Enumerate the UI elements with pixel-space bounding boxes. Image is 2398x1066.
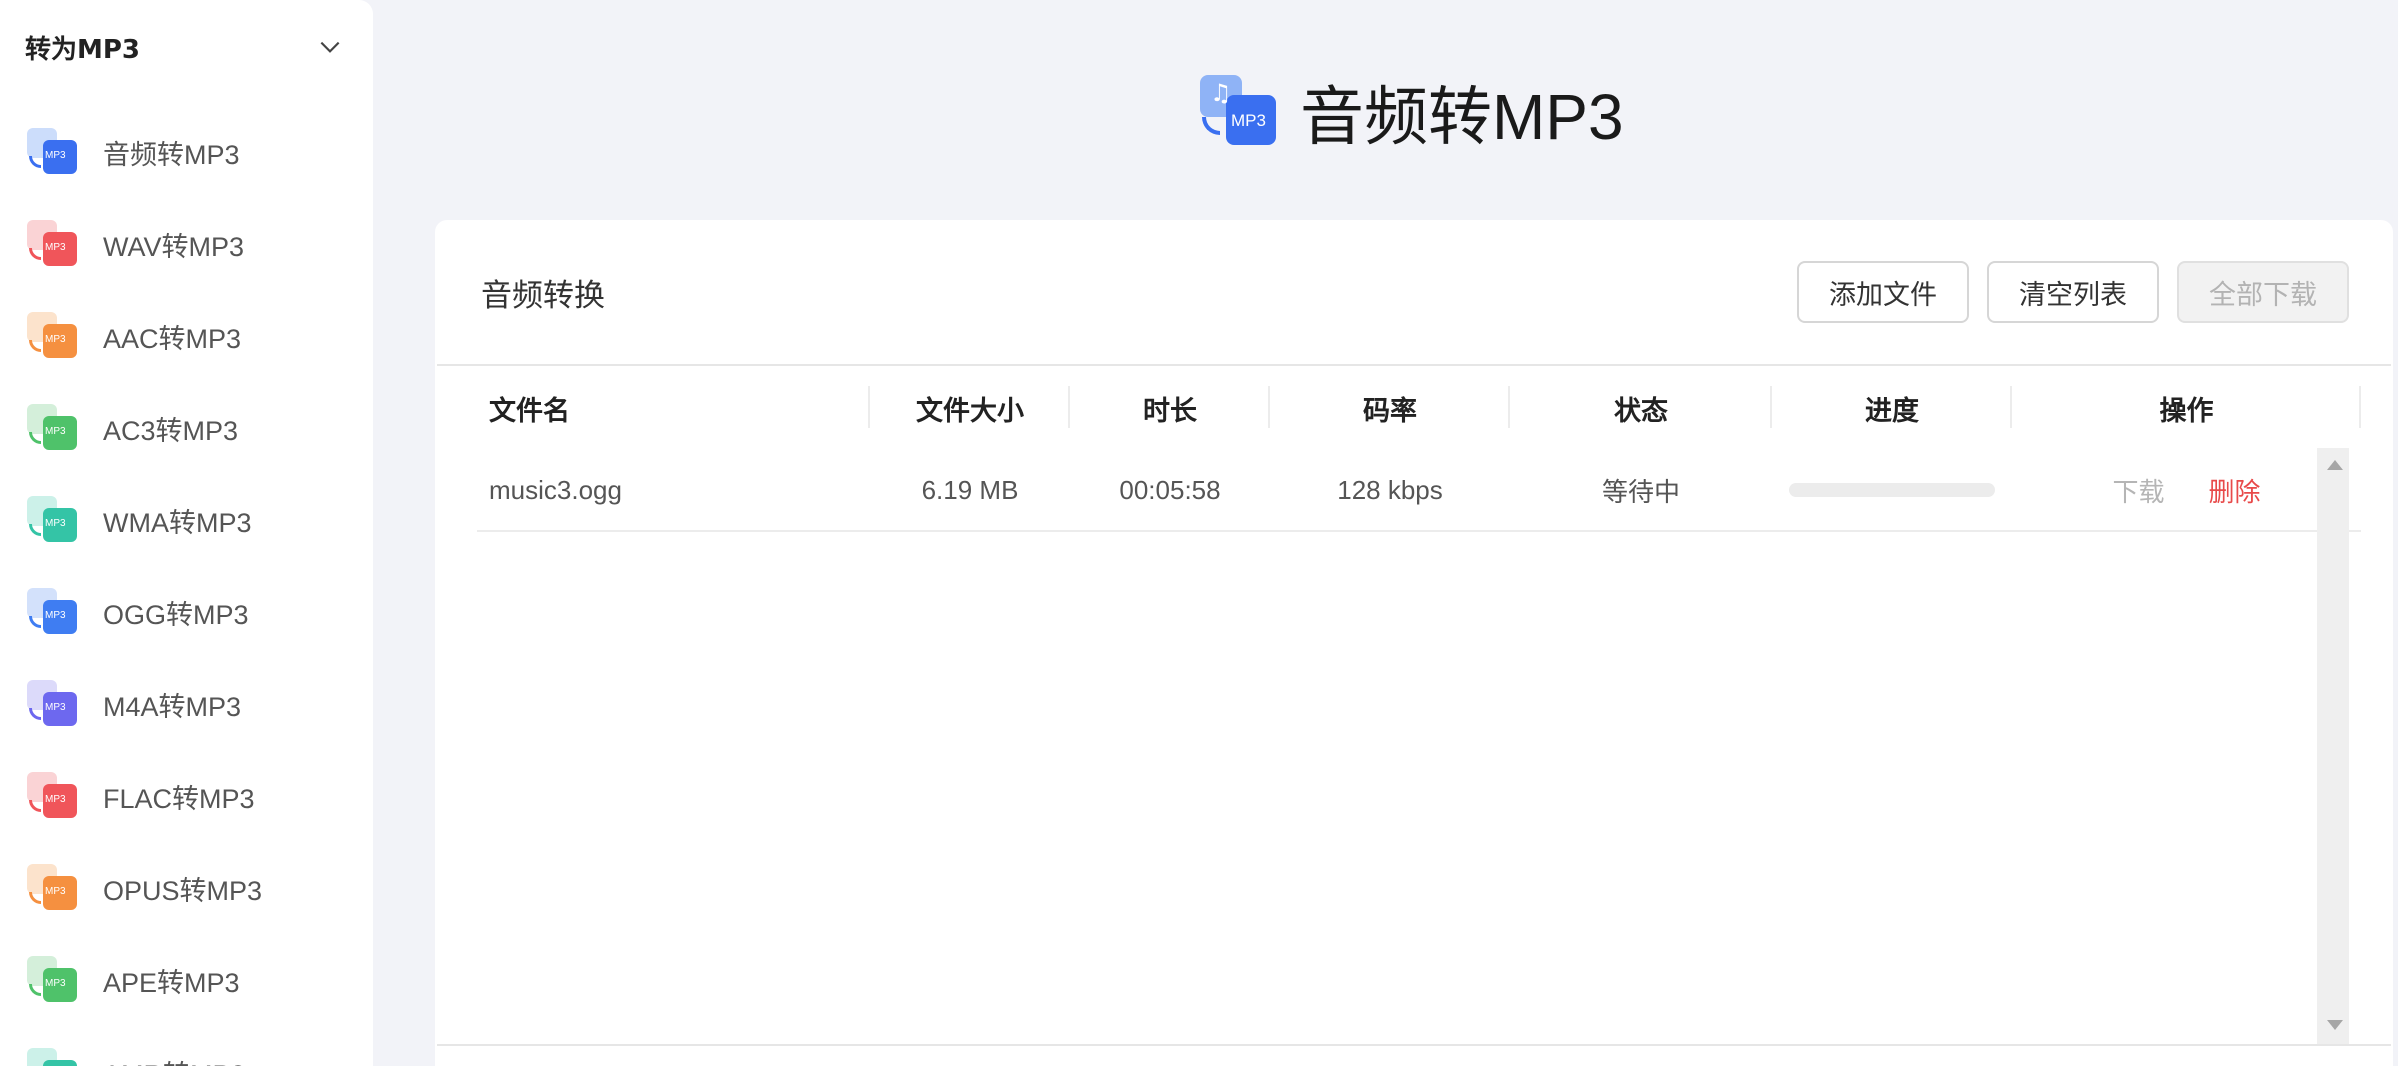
cell-bitrate: 128 kbps [1270,450,1510,532]
format-icon: MP3 [25,586,81,638]
download-all-button[interactable]: 全部下载 [2177,261,2349,323]
cell-duration: 00:05:58 [1070,450,1270,532]
table-scrollbar[interactable] [2317,448,2349,1044]
format-icon: MP3 [25,126,81,178]
header-status: 状态 [1510,366,1772,450]
format-icon: MP3 [25,218,81,270]
sidebar: 转为MP3 MP3 音频转MP3 MP3 WAV转MP3 MP3 AAC转MP3 MP3 AC… [0,0,373,1066]
sidebar-item-label: APE转MP3 [103,967,240,998]
header-filename: 文件名 [477,366,870,450]
download-link[interactable]: 下载 [2112,477,2164,507]
sidebar-title: 转为MP3 [25,34,141,65]
sidebar-item[interactable]: MP3 APE转MP3 [0,934,373,1026]
sidebar-item-label: FLAC转MP3 [103,783,255,814]
format-icon: MP3 [25,310,81,362]
conversion-panel: 音频转换 添加文件 清空列表 全部下载 文件名 文件大小 时长 码率 状态 进度… [435,220,2393,1066]
header-progress: 进度 [1772,366,2012,450]
sidebar-item[interactable]: MP3 AAC转MP3 [0,290,373,382]
header-filesize: 文件大小 [870,366,1070,450]
file-table: 文件名 文件大小 时长 码率 状态 进度 操作 music3.ogg 6.19 … [477,366,2361,532]
table-header-row: 文件名 文件大小 时长 码率 状态 进度 操作 [477,366,2361,450]
format-icon: MP3 [25,1046,81,1066]
add-file-button[interactable]: 添加文件 [1797,261,1969,323]
sidebar-item-label: AC3转MP3 [103,415,239,446]
chevron-down-icon[interactable] [317,34,343,60]
cell-progress [1772,450,2012,532]
header-bitrate: 码率 [1270,366,1510,450]
sidebar-item[interactable]: MP3 音频转MP3 [0,106,373,198]
sidebar-item-label: 音频转MP3 [103,139,240,170]
format-icon: MP3 [25,954,81,1006]
scroll-up-arrow-icon[interactable] [2327,460,2343,470]
page-header: ♫ MP3 音频转MP3 [1198,72,1624,153]
cell-filesize: 6.19 MB [870,450,1070,532]
format-icon: MP3 [25,402,81,454]
cell-status: 等待中 [1510,450,1772,532]
sidebar-item-label: WAV转MP3 [103,231,245,262]
sidebar-item[interactable]: MP3 AMR转MP3 [0,1026,373,1066]
header-duration: 时长 [1070,366,1270,450]
sidebar-item-label: AMR转MP3 [103,1053,246,1066]
sidebar-item[interactable]: MP3 M4A转MP3 [0,658,373,750]
sidebar-item[interactable]: MP3 WMA转MP3 [0,474,373,566]
sidebar-list: MP3 音频转MP3 MP3 WAV转MP3 MP3 AAC转MP3 MP3 AC3转MP3 M… [0,106,373,1066]
progress-bar [1789,483,1995,497]
sidebar-item[interactable]: MP3 OGG转MP3 [0,566,373,658]
sidebar-item[interactable]: MP3 WAV转MP3 [0,198,373,290]
cell-filename: music3.ogg [477,450,870,532]
sidebar-item-label: OPUS转MP3 [103,875,263,906]
format-icon: MP3 [25,862,81,914]
format-icon: MP3 [25,770,81,822]
panel-title: 音频转换 [481,277,605,314]
sidebar-item-label: WMA转MP3 [103,507,252,538]
page-title: 音频转MP3 [1300,81,1624,153]
sidebar-header[interactable]: 转为MP3 [0,0,373,94]
sidebar-item[interactable]: MP3 AC3转MP3 [0,382,373,474]
panel-header: 音频转换 添加文件 清空列表 全部下载 [437,220,2391,366]
cell-actions: 下载 删除 [2012,450,2361,532]
sidebar-item[interactable]: MP3 FLAC转MP3 [0,750,373,842]
table-row: music3.ogg 6.19 MB 00:05:58 128 kbps 等待中… [477,450,2361,532]
audio-to-mp3-icon: ♫ MP3 [1198,73,1278,151]
format-icon: MP3 [25,494,81,546]
header-actions: 操作 [2012,366,2361,450]
format-icon: MP3 [25,678,81,730]
scroll-down-arrow-icon[interactable] [2327,1020,2343,1030]
clear-list-button[interactable]: 清空列表 [1987,261,2159,323]
sidebar-item-label: AAC转MP3 [103,323,242,354]
file-table-container: 文件名 文件大小 时长 码率 状态 进度 操作 music3.ogg 6.19 … [435,366,2393,1044]
delete-link[interactable]: 删除 [2209,477,2261,507]
sidebar-item-label: OGG转MP3 [103,599,249,630]
sidebar-item[interactable]: MP3 OPUS转MP3 [0,842,373,934]
sidebar-item-label: M4A转MP3 [103,691,242,722]
